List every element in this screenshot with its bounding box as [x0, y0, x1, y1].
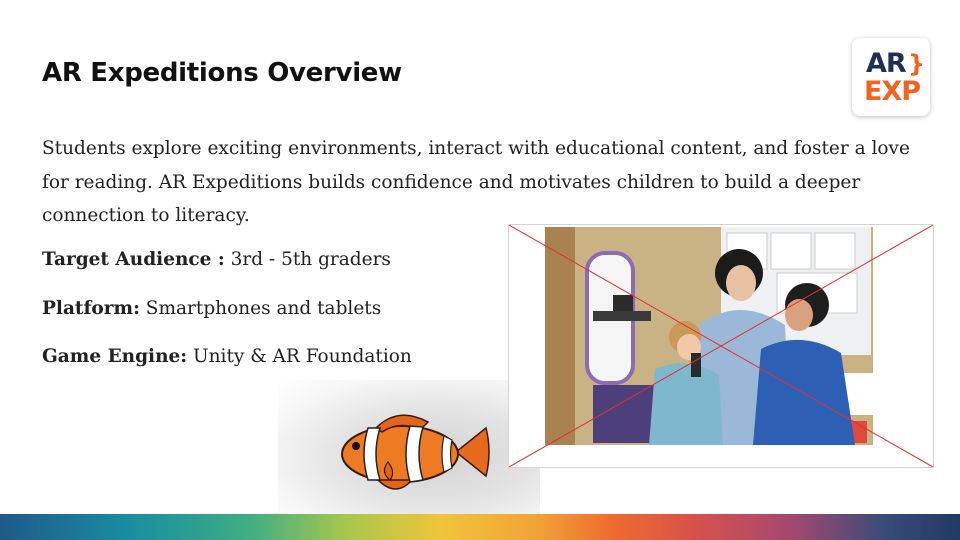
logo-exp-text: EXP: [864, 76, 921, 107]
spec-value: 3rd - 5th graders: [224, 249, 391, 270]
spec-target-audience: Target Audience : 3rd - 5th graders: [42, 249, 391, 270]
logo-bracket: }: [908, 50, 926, 78]
spec-label: Platform:: [42, 298, 140, 319]
spec-label: Target Audience :: [42, 249, 225, 270]
slide-description: Students explore exciting environments, …: [42, 138, 910, 226]
spec-value: Smartphones and tablets: [139, 298, 382, 319]
spec-game-engine: Game Engine: Unity & AR Foundation: [42, 346, 412, 367]
ar-exp-logo: AR } EXP: [852, 38, 930, 116]
classroom-photo: [508, 224, 934, 468]
clownfish-illustration: [341, 414, 490, 490]
logo-ar-text: AR: [866, 48, 907, 79]
rainbow-footer-bar: [0, 514, 960, 540]
spec-value: Unity & AR Foundation: [187, 346, 412, 367]
spec-platform: Platform: Smartphones and tablets: [42, 298, 381, 319]
clownfish-image: [278, 380, 540, 520]
classroom-photo-placeholder: [508, 224, 934, 468]
spec-label: Game Engine:: [42, 346, 188, 367]
slide-title: AR Expeditions Overview: [42, 58, 402, 88]
